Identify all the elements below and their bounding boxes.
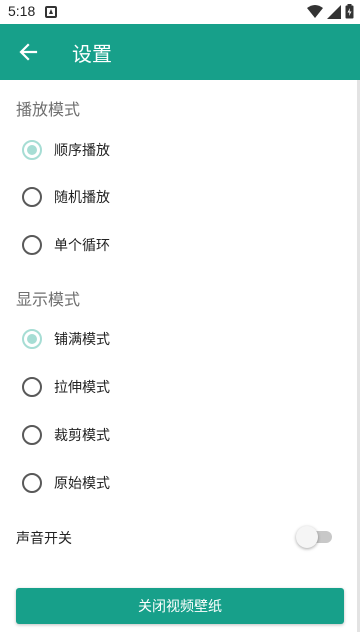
sound-toggle-switch[interactable] xyxy=(296,526,334,548)
radio-option-sequential[interactable]: 顺序播放 xyxy=(16,130,336,170)
close-video-wallpaper-button[interactable]: 关闭视频壁纸 xyxy=(16,588,344,624)
sound-setting-row: 声音开关 xyxy=(16,522,344,554)
status-time: 5:18 xyxy=(8,3,36,19)
option-label: 裁剪模式 xyxy=(54,428,110,444)
status-icons xyxy=(307,4,354,19)
app-bar: 设置 xyxy=(0,24,360,80)
radio-button-checked[interactable] xyxy=(22,329,42,349)
section-header-play-mode: 播放模式 xyxy=(16,100,81,119)
battery-icon xyxy=(345,4,354,19)
switch-thumb xyxy=(296,526,318,548)
radio-button[interactable] xyxy=(22,473,42,493)
option-label: 铺满模式 xyxy=(54,332,110,348)
section-header-display-mode: 显示模式 xyxy=(16,290,81,309)
arrow-left-icon xyxy=(19,43,38,61)
option-label: 随机播放 xyxy=(54,190,110,206)
radio-option-stretch[interactable]: 拉伸模式 xyxy=(16,367,336,407)
radio-button[interactable] xyxy=(22,425,42,445)
wifi-icon xyxy=(307,4,323,18)
radio-button[interactable] xyxy=(22,235,42,255)
radio-button[interactable] xyxy=(22,187,42,207)
page-title: 设置 xyxy=(72,42,112,66)
signal-icon xyxy=(327,4,341,19)
radio-button[interactable] xyxy=(22,377,42,397)
radio-option-random[interactable]: 随机播放 xyxy=(16,177,336,217)
option-label: 顺序播放 xyxy=(54,143,110,159)
radio-option-loop-single[interactable]: 单个循环 xyxy=(16,225,336,265)
status-bar: 5:18 xyxy=(0,0,360,24)
option-label: 单个循环 xyxy=(54,238,110,254)
option-label: 拉伸模式 xyxy=(54,380,110,396)
radio-option-fill[interactable]: 铺满模式 xyxy=(16,319,336,359)
option-label: 原始模式 xyxy=(54,476,110,492)
radio-option-original[interactable]: 原始模式 xyxy=(16,463,336,503)
sound-label: 声音开关 xyxy=(16,531,72,547)
radio-button-checked[interactable] xyxy=(22,140,42,160)
radio-option-crop[interactable]: 裁剪模式 xyxy=(16,415,336,455)
notification-icon xyxy=(45,6,57,18)
back-button[interactable] xyxy=(12,36,44,68)
